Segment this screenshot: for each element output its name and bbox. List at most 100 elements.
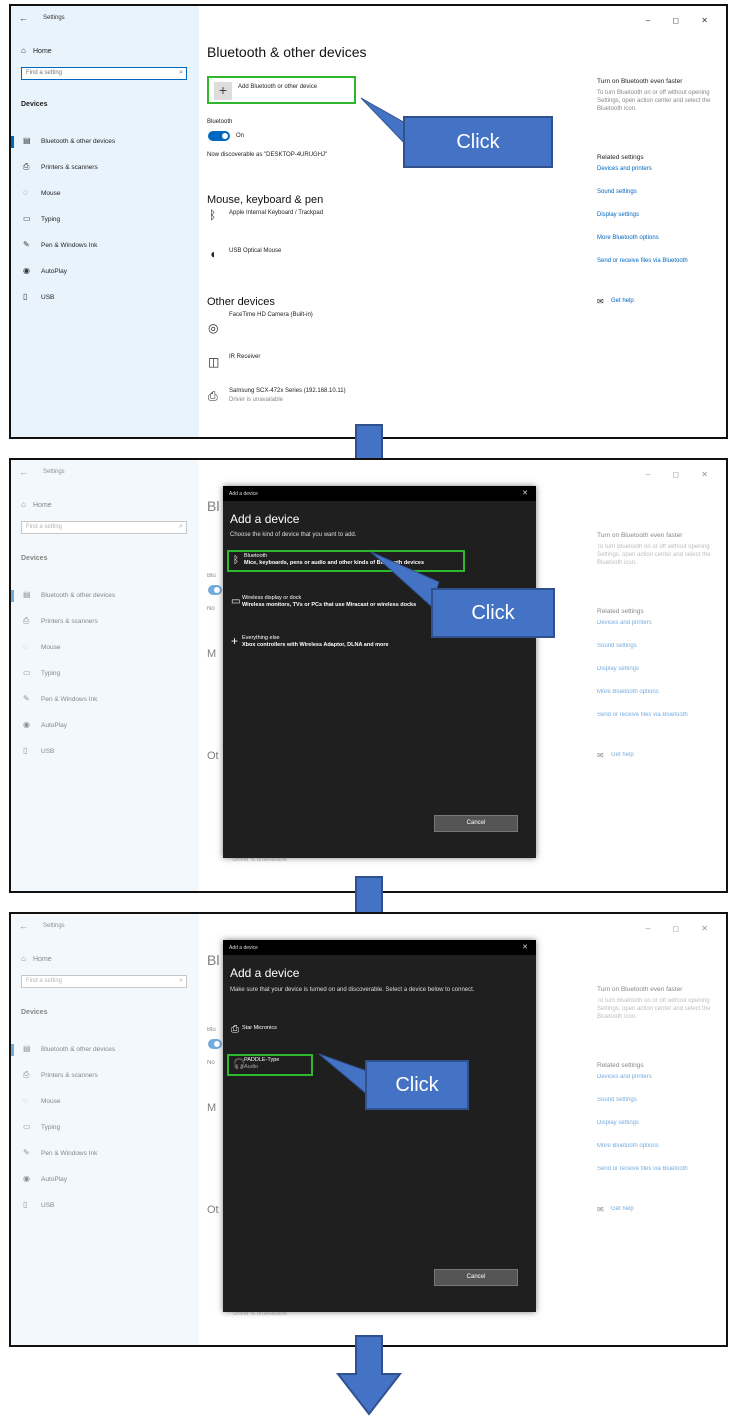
printer-icon: ⎙ xyxy=(231,1024,239,1035)
bluetooth-toggle[interactable] xyxy=(208,585,222,595)
get-help-link[interactable]: Get help xyxy=(611,1206,634,1212)
bluetooth-toggle[interactable] xyxy=(208,1039,222,1049)
sidebar-item-pen[interactable]: ✎ Pen & Windows Ink xyxy=(11,238,199,254)
add-device-button[interactable]: + Add Bluetooth or other device xyxy=(207,76,356,104)
devices-header: Devices xyxy=(21,1009,48,1016)
sidebar-item-usb[interactable]: ▯ USB xyxy=(11,1198,199,1214)
dialog-heading: Add a device xyxy=(230,966,300,980)
close-icon[interactable]: ✕ xyxy=(522,943,528,951)
link-display-settings[interactable]: Display settings xyxy=(597,1120,639,1126)
printer-icon: ⎙ xyxy=(23,162,30,171)
click-callout: Click xyxy=(365,1060,469,1110)
step2-add-device-screenshot: ← Settings ⌂ Home Find a setting ⌕ Devices… xyxy=(9,458,728,893)
back-arrow-icon[interactable]: ← xyxy=(19,921,28,931)
link-sound-settings[interactable]: Sound settings xyxy=(597,643,637,649)
device-star-micronics[interactable]: ⎙ Star Micronics xyxy=(227,1022,377,1040)
help-icon: ✉ xyxy=(597,1205,604,1214)
sidebar-item-printers[interactable]: ⎙ Printers & scanners xyxy=(11,1068,199,1084)
pen-icon: ✎ xyxy=(23,240,30,249)
sidebar-item-bluetooth[interactable]: ▤ Bluetooth & other devices xyxy=(11,1042,199,1058)
toggle-state: On xyxy=(236,133,245,139)
search-icon: ⌕ xyxy=(179,977,183,984)
link-send-receive[interactable]: Send or receive files via Bluetooth xyxy=(597,258,688,264)
sidebar-item-mouse[interactable]: ◌ Mouse xyxy=(11,186,199,202)
usb-icon: ▯ xyxy=(23,746,28,755)
usb-icon: ▯ xyxy=(23,292,28,301)
page-title-partial: Bl xyxy=(207,498,220,514)
window-title: Settings xyxy=(43,15,65,21)
sidebar-item-printers[interactable]: ⎙ Printers & scanners xyxy=(11,614,199,630)
link-more-bluetooth[interactable]: More Bluetooth options xyxy=(597,1143,659,1149)
step3-select-device-screenshot: ← Settings ⌂ Home Find a setting ⌕ Devices… xyxy=(9,912,728,1347)
plus-icon: + xyxy=(231,634,239,648)
faster-text: To turn Bluetooth on or off without open… xyxy=(597,998,711,1020)
nav-home[interactable]: ⌂ Home xyxy=(21,46,52,55)
sidebar-item-bluetooth[interactable]: ▤ Bluetooth & other devices xyxy=(11,134,199,150)
link-devices-printers[interactable]: Devices and printers xyxy=(597,620,652,626)
dialog-titlebar xyxy=(223,486,536,501)
sidebar-item-pen[interactable]: ✎ Pen & Windows Ink xyxy=(11,1146,199,1162)
settings-sidebar: ← Settings ⌂ Home Find a setting ⌕ Devices… xyxy=(11,6,199,437)
other-section-title: Other devices xyxy=(207,296,275,308)
link-more-bluetooth[interactable]: More Bluetooth options xyxy=(597,689,659,695)
sidebar-item-bluetooth[interactable]: ▤ Bluetooth & other devices xyxy=(11,588,199,604)
get-help-link[interactable]: Get help xyxy=(611,298,634,304)
link-sound-settings[interactable]: Sound settings xyxy=(597,189,637,195)
link-send-receive[interactable]: Send or receive files via Bluetooth xyxy=(597,1166,688,1172)
search-input[interactable]: Find a setting ⌕ xyxy=(21,521,187,534)
close-icon[interactable]: ✕ xyxy=(522,489,528,497)
sidebar-item-usb[interactable]: ▯ USB xyxy=(11,290,199,306)
devices-header: Devices xyxy=(21,555,48,562)
window-title: Settings xyxy=(43,923,65,929)
sidebar-item-typing[interactable]: ▭ Typing xyxy=(11,212,199,228)
nav-home[interactable]: ⌂ Home xyxy=(21,500,52,509)
back-arrow-icon[interactable]: ← xyxy=(19,13,28,23)
bluetooth-toggle[interactable] xyxy=(208,131,230,141)
ir-receiver-icon: ◫ xyxy=(208,355,220,369)
link-more-bluetooth[interactable]: More Bluetooth options xyxy=(597,235,659,241)
sidebar-item-mouse[interactable]: ◌ Mouse xyxy=(11,1094,199,1110)
sidebar-item-typing[interactable]: ▭ Typing xyxy=(11,666,199,682)
window-controls[interactable]: – ◻ ✕ xyxy=(646,16,718,25)
link-devices-printers[interactable]: Devices and printers xyxy=(597,1074,652,1080)
other-section-partial: Ot xyxy=(207,1204,219,1216)
link-display-settings[interactable]: Display settings xyxy=(597,212,639,218)
monitor-icon: ▭ xyxy=(231,596,241,607)
sidebar-item-typing[interactable]: ▭ Typing xyxy=(11,1120,199,1136)
step1-settings-screenshot: ← Settings ⌂ Home Find a setting ⌕ Devices… xyxy=(9,4,728,439)
camera-icon: ◎ xyxy=(208,321,219,335)
plus-icon: + xyxy=(214,82,232,100)
link-sound-settings[interactable]: Sound settings xyxy=(597,1097,637,1103)
link-display-settings[interactable]: Display settings xyxy=(597,666,639,672)
link-send-receive[interactable]: Send or receive files via Bluetooth xyxy=(597,712,688,718)
sidebar-item-pen[interactable]: ✎ Pen & Windows Ink xyxy=(11,692,199,708)
window-controls[interactable]: – ◻ ✕ xyxy=(646,924,718,933)
sidebar-item-autoplay[interactable]: ◉ AutoPlay xyxy=(11,1172,199,1188)
cancel-button[interactable]: Cancel xyxy=(434,1269,518,1286)
home-icon: ⌂ xyxy=(21,954,26,963)
page-title: Bluetooth & other devices xyxy=(207,44,367,60)
search-input[interactable]: Find a setting ⌕ xyxy=(21,67,187,80)
related-title: Related settings xyxy=(597,154,644,161)
device-paddle-type[interactable]: 🎧 PADDLE-Type Audio xyxy=(227,1054,313,1076)
sidebar-item-autoplay[interactable]: ◉ AutoPlay xyxy=(11,718,199,734)
link-devices-printers[interactable]: Devices and printers xyxy=(597,166,652,172)
back-arrow-icon[interactable]: ← xyxy=(19,467,28,477)
keyboard-icon: ▭ xyxy=(23,214,31,223)
settings-sidebar: ← Settings ⌂ Home Find a setting ⌕ Devices… xyxy=(11,914,199,1345)
sidebar-item-mouse[interactable]: ◌ Mouse xyxy=(11,640,199,656)
nav-home[interactable]: ⌂ Home xyxy=(21,954,52,963)
mouse-section-partial: M xyxy=(207,648,217,660)
sidebar-item-autoplay[interactable]: ◉ AutoPlay xyxy=(11,264,199,280)
get-help-link[interactable]: Get help xyxy=(611,752,634,758)
search-input[interactable]: Find a setting ⌕ xyxy=(21,975,187,988)
window-controls[interactable]: – ◻ ✕ xyxy=(646,470,718,479)
dialog-description: Make sure that your device is turned on … xyxy=(230,987,475,993)
sidebar-item-printers[interactable]: ⎙ Printers & scanners xyxy=(11,160,199,176)
dialog-title: Add a device xyxy=(229,945,258,951)
dialog-titlebar xyxy=(223,940,536,955)
bluetooth-icon: ᛒ xyxy=(233,555,239,566)
cancel-button[interactable]: Cancel xyxy=(434,815,518,832)
faster-title: Turn on Bluetooth even faster xyxy=(597,986,683,993)
sidebar-item-usb[interactable]: ▯ USB xyxy=(11,744,199,760)
